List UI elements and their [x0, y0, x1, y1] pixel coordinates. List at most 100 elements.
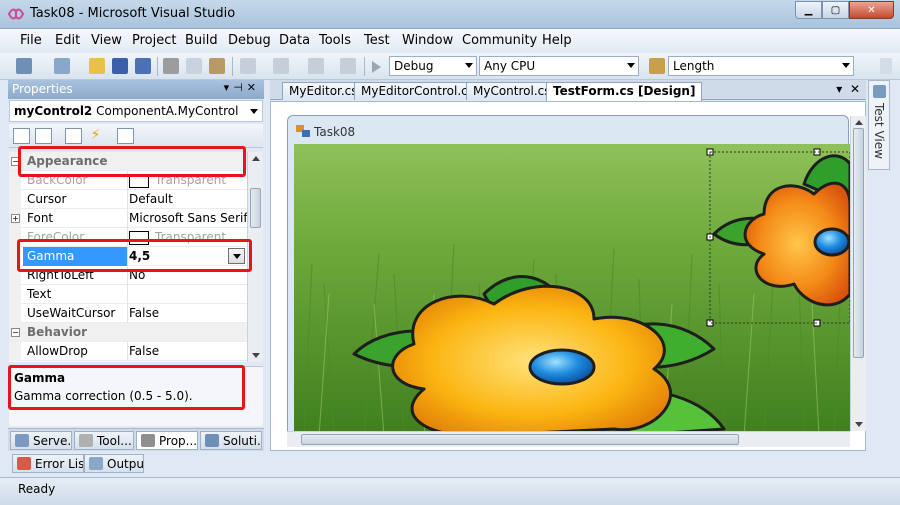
- scroll-up-icon[interactable]: [854, 120, 863, 125]
- add-item-icon[interactable]: [54, 58, 70, 74]
- menu-help[interactable]: Help: [542, 33, 572, 48]
- test-view-strip[interactable]: Test View: [868, 80, 890, 170]
- object-selector[interactable]: myControl2 ComponentA.MyControl: [9, 100, 263, 122]
- close-button[interactable]: ✕: [849, 1, 894, 19]
- toolbar-overflow-icon[interactable]: [880, 58, 892, 74]
- cut-icon[interactable]: [163, 58, 179, 74]
- menu-view[interactable]: View: [91, 33, 122, 48]
- configuration-select[interactable]: Debug: [389, 56, 477, 76]
- tab-error-list[interactable]: Error List: [12, 454, 84, 473]
- menu-window[interactable]: Window: [402, 33, 453, 48]
- properties-title: Properties: [12, 82, 73, 96]
- form-window[interactable]: Task08: [287, 115, 850, 436]
- close-document-icon[interactable]: ✕: [850, 82, 860, 96]
- document-tabs: MyEditor.cs MyEditorControl.cs MyControl…: [270, 80, 866, 101]
- pin-icon[interactable]: ⊣: [233, 81, 247, 94]
- scroll-down-icon[interactable]: [854, 422, 863, 427]
- description-text: Gamma correction (0.5 - 5.0).: [14, 389, 193, 403]
- prop-row-cursor[interactable]: Cursor Default: [9, 190, 247, 209]
- tab-myeditorcontrol[interactable]: MyEditorControl.cs: [354, 82, 482, 100]
- solution-icon: [205, 434, 219, 447]
- menu-tools[interactable]: Tools: [319, 33, 351, 48]
- form-client-area[interactable]: [294, 144, 850, 436]
- undo-icon[interactable]: [240, 58, 256, 74]
- prop-row-usewaitcursor[interactable]: UseWaitCursor False: [9, 304, 247, 323]
- menu-debug[interactable]: Debug: [228, 33, 271, 48]
- scroll-down-icon[interactable]: [251, 353, 260, 358]
- open-file-icon[interactable]: [89, 58, 105, 74]
- prop-row-text[interactable]: Text: [9, 285, 247, 304]
- prop-row-gamma[interactable]: Gamma 4,5: [9, 247, 247, 266]
- property-grid-scrollbar[interactable]: [247, 152, 263, 362]
- minimize-button[interactable]: ▁: [795, 1, 822, 19]
- menu-build[interactable]: Build: [185, 33, 218, 48]
- redo-icon[interactable]: [273, 58, 289, 74]
- properties-icon[interactable]: [65, 128, 82, 144]
- start-debug-icon[interactable]: [372, 61, 381, 73]
- window-title: Task08 - Microsoft Visual Studio: [30, 6, 236, 21]
- expand-icon[interactable]: +: [11, 214, 20, 223]
- property-pages-icon[interactable]: [117, 128, 134, 144]
- tab-toolbox[interactable]: Tool...: [74, 431, 134, 450]
- alphabetical-icon[interactable]: [35, 128, 52, 144]
- navigate-back-icon[interactable]: [308, 58, 324, 74]
- categorized-icon[interactable]: [13, 128, 30, 144]
- tab-testform-design[interactable]: TestForm.cs [Design]: [546, 82, 703, 101]
- object-name: myControl2: [14, 104, 93, 118]
- form-icon: [296, 125, 310, 137]
- copy-icon[interactable]: [186, 58, 202, 74]
- menu-bar: File Edit View Project Build Debug Data …: [0, 29, 900, 53]
- toolbar-separator: [364, 57, 365, 76]
- scroll-thumb[interactable]: [250, 188, 261, 228]
- menu-file[interactable]: File: [20, 33, 42, 48]
- save-icon[interactable]: [112, 58, 128, 74]
- scroll-thumb[interactable]: [301, 434, 739, 445]
- collapse-icon[interactable]: −: [11, 328, 20, 337]
- status-bar: Ready: [0, 477, 900, 505]
- menu-community[interactable]: Community: [462, 33, 537, 48]
- scroll-thumb[interactable]: [853, 128, 864, 358]
- scroll-up-icon[interactable]: [251, 156, 260, 161]
- maximize-button[interactable]: ▢: [822, 1, 849, 19]
- tab-output[interactable]: Output: [84, 454, 144, 473]
- menu-test[interactable]: Test: [364, 33, 390, 48]
- designer-vertical-scrollbar[interactable]: [850, 116, 866, 431]
- gamma-dropdown-button[interactable]: [228, 248, 245, 264]
- prop-row-righttoleft[interactable]: RightToLeft No: [9, 266, 247, 285]
- collapse-icon[interactable]: −: [11, 157, 20, 166]
- prop-row-forecolor[interactable]: ForeColor Transparent: [9, 228, 247, 247]
- add-project-icon[interactable]: [16, 58, 32, 74]
- menu-data[interactable]: Data: [279, 33, 310, 48]
- gamma-value-input[interactable]: 4,5: [129, 249, 150, 263]
- properties-panel-header: Properties ▾⊣✕: [8, 80, 264, 99]
- description-title: Gamma: [14, 371, 66, 385]
- navigate-forward-icon[interactable]: [340, 58, 356, 74]
- prop-row-backcolor[interactable]: BackColor Transparent: [9, 171, 247, 190]
- save-all-icon[interactable]: [135, 58, 151, 74]
- paste-icon[interactable]: [209, 58, 225, 74]
- menu-project[interactable]: Project: [132, 33, 176, 48]
- tab-properties[interactable]: Prop...: [136, 431, 198, 450]
- designer-horizontal-scrollbar[interactable]: [287, 431, 850, 447]
- close-icon[interactable]: ✕: [247, 81, 260, 94]
- tab-server-explorer[interactable]: Serve...: [10, 431, 72, 450]
- tab-mycontrol[interactable]: MyControl.cs: [466, 82, 558, 100]
- tab-solution-explorer[interactable]: Soluti...: [200, 431, 262, 450]
- document-list-icon[interactable]: ▾: [836, 82, 842, 96]
- events-icon[interactable]: ⚡: [87, 128, 104, 144]
- category-behavior[interactable]: − Behavior: [9, 323, 247, 342]
- property-description-pane: Gamma Gamma correction (0.5 - 5.0).: [9, 366, 263, 426]
- find-in-files-icon[interactable]: [649, 58, 665, 74]
- properties-toolbar: ⚡: [9, 124, 263, 148]
- find-combo[interactable]: Length: [668, 56, 854, 76]
- error-list-icon: [17, 457, 31, 470]
- toolbar-separator: [232, 57, 233, 76]
- prop-row-font[interactable]: + Font Microsoft Sans Serif; 8: [9, 209, 247, 228]
- menu-edit[interactable]: Edit: [55, 33, 80, 48]
- platform-select[interactable]: Any CPU: [479, 56, 639, 76]
- tool-window-tabs: Serve... Tool... Prop... Soluti...: [8, 428, 264, 451]
- dropdown-icon[interactable]: ▾: [224, 81, 234, 94]
- category-appearance[interactable]: − Appearance: [9, 152, 247, 171]
- prop-row-allowdrop[interactable]: AllowDrop False: [9, 342, 247, 361]
- tab-myeditor[interactable]: MyEditor.cs: [282, 82, 365, 100]
